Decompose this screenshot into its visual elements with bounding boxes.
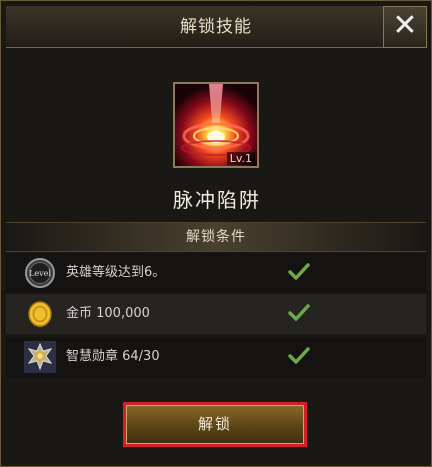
wisdom-medal-icon — [24, 341, 56, 373]
check-icon — [288, 263, 310, 280]
check-icon — [288, 347, 310, 364]
level-badge-icon: Level — [25, 258, 55, 288]
check-icon — [288, 304, 310, 321]
close-button[interactable]: ✕ — [383, 6, 427, 48]
skill-icon: Lv.1 — [173, 82, 259, 168]
gold-coin-icon — [28, 301, 52, 327]
condition-text: 智慧勋章 64/30 — [66, 349, 160, 364]
svg-text:Level: Level — [29, 269, 51, 278]
unlock-skill-dialog: 解锁技能 ✕ Lv.1 脉冲陷阱 解锁条件 Level 英雄等级达到6。 金币 … — [0, 0, 432, 467]
title-bar: 解锁技能 — [6, 6, 426, 48]
conditions-header: 解锁条件 — [6, 222, 426, 252]
condition-row-medal: 智慧勋章 64/30 — [6, 337, 426, 377]
condition-row-level: Level 英雄等级达到6。 — [6, 253, 426, 293]
condition-text: 英雄等级达到6。 — [66, 265, 166, 280]
dialog-title: 解锁技能 — [180, 17, 252, 37]
condition-row-gold: 金币 100,000 — [6, 294, 426, 334]
condition-text: 金币 100,000 — [66, 306, 150, 321]
unlock-button[interactable]: 解锁 — [123, 402, 307, 447]
skill-name: 脉冲陷阱 — [173, 188, 261, 212]
skill-level-label: Lv.1 — [226, 152, 255, 165]
